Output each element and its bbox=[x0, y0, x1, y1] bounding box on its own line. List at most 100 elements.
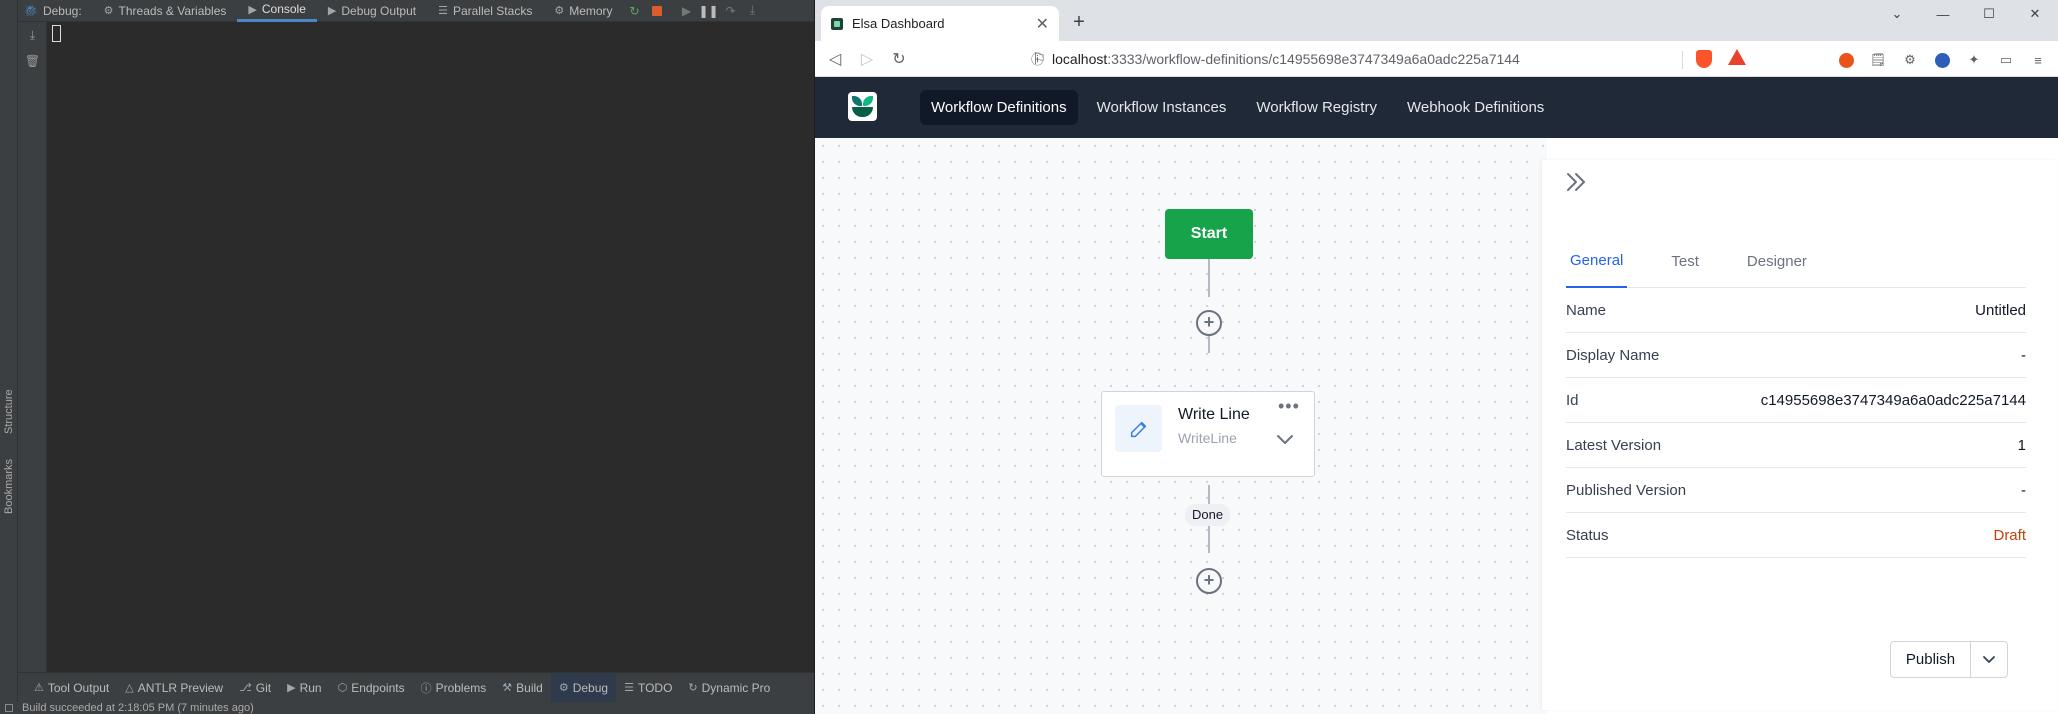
site-info-icon[interactable]: ⓘ bbox=[1031, 49, 1044, 68]
property-label: Display Name bbox=[1566, 346, 1660, 364]
stop-icon[interactable] bbox=[646, 0, 668, 22]
workflow-properties-panel: General Test Designer Name Untitled Disp… bbox=[1542, 160, 2056, 710]
url-path: :3333/workflow-definitions/c14955698e374… bbox=[1107, 50, 1520, 67]
tab-console[interactable]: ▶ Console bbox=[237, 0, 317, 22]
collapse-panel-chevrons-icon[interactable] bbox=[1562, 168, 1590, 196]
close-window-icon[interactable]: ✕ bbox=[2012, 0, 2058, 28]
bookmarks-tab-label: Bookmarks bbox=[3, 458, 15, 514]
close-tab-icon[interactable]: ✕ bbox=[1036, 14, 1049, 34]
hammer-icon: ⚒ bbox=[502, 682, 513, 694]
toolstrip-dynamic-program[interactable]: ↻ Dynamic Pro bbox=[680, 673, 778, 702]
extension-blue-icon[interactable] bbox=[1928, 47, 1956, 73]
add-activity-plus-icon[interactable]: + bbox=[1196, 310, 1222, 336]
tab-parallel-stacks[interactable]: ☰ Parallel Stacks bbox=[427, 0, 543, 22]
toolstrip-antlr-preview[interactable]: △ ANTLR Preview bbox=[117, 673, 231, 702]
forward-icon[interactable]: ▷ bbox=[851, 43, 883, 75]
extensions-puzzle-icon[interactable]: ✦ bbox=[1960, 47, 1988, 73]
tab-threads-variables[interactable]: ⚙ Threads & Variables bbox=[93, 0, 238, 22]
outcome-label-done: Done bbox=[1185, 504, 1231, 526]
toolstrip-endpoints[interactable]: ⬡ Endpoints bbox=[330, 673, 413, 702]
tab-label: Parallel Stacks bbox=[452, 3, 533, 18]
toolstrip-run[interactable]: ▶ Run bbox=[279, 673, 329, 702]
property-value: 1 bbox=[2017, 436, 2026, 454]
step-into-icon[interactable]: ⤓ bbox=[742, 0, 764, 22]
structure-tab[interactable]: Structure bbox=[1, 372, 17, 434]
toolstrip-label: Dynamic Pro bbox=[701, 680, 771, 695]
step-over-icon[interactable]: ↷ bbox=[720, 0, 742, 22]
activity-title: Write Line bbox=[1178, 406, 1250, 423]
tab-label: Memory bbox=[569, 3, 613, 18]
back-icon[interactable]: ◁ bbox=[819, 43, 851, 75]
property-row-latest-version: Latest Version 1 bbox=[1566, 423, 2026, 468]
bookmarks-tab[interactable]: Bookmarks bbox=[1, 452, 17, 514]
toolstrip-label: Tool Output bbox=[47, 680, 110, 695]
property-value: - bbox=[2021, 346, 2026, 364]
minimize-icon[interactable]: — bbox=[1920, 0, 1966, 28]
threads-icon: ⚙ bbox=[103, 5, 114, 17]
property-row-published-version: Published Version - bbox=[1566, 468, 2026, 513]
more-options-icon[interactable]: ••• bbox=[1278, 396, 1300, 417]
activity-node-writeline[interactable]: Write Line WriteLine ••• bbox=[1101, 391, 1315, 477]
new-tab-icon[interactable]: + bbox=[1067, 10, 1091, 34]
reload-icon[interactable]: ↻ bbox=[883, 43, 915, 75]
toolstrip-todo[interactable]: ☰ TODO bbox=[616, 673, 680, 702]
tab-designer[interactable]: Designer bbox=[1743, 234, 1811, 288]
toolstrip-label: Debug bbox=[572, 680, 609, 695]
wallet-icon[interactable]: ▭ bbox=[1992, 47, 2020, 73]
run-icon: ▶ bbox=[287, 682, 296, 694]
publish-options-chevron-down-icon[interactable] bbox=[1971, 642, 2007, 677]
todo-icon: ☰ bbox=[624, 682, 634, 694]
tab-debug-output[interactable]: ▶ Debug Output bbox=[317, 0, 427, 22]
nav-workflow-instances[interactable]: Workflow Instances bbox=[1086, 90, 1238, 125]
toolstrip-label: Endpoints bbox=[351, 680, 405, 695]
tab-search-icon[interactable]: ⌄ bbox=[1874, 0, 1920, 28]
extension-gear-icon[interactable]: ⚙ bbox=[1896, 47, 1924, 73]
ide-window: Structure Bookmarks 🐞︎ Debug: ⚙ Threads … bbox=[0, 0, 814, 714]
nav-workflow-registry[interactable]: Workflow Registry bbox=[1245, 90, 1388, 125]
nav-webhook-definitions[interactable]: Webhook Definitions bbox=[1396, 90, 1555, 125]
address-bar[interactable]: ⓘ localhost:3333/workflow-definitions/c1… bbox=[1031, 44, 1520, 73]
start-node[interactable]: Start bbox=[1165, 209, 1253, 259]
nav-workflow-definitions[interactable]: Workflow Definitions bbox=[920, 90, 1078, 125]
extension-icons: 🗒︎ ⚙ ✦ ▭ ≡ bbox=[1832, 47, 2052, 73]
toolstrip-label: ANTLR Preview bbox=[137, 680, 224, 695]
resume-icon[interactable]: ▶ bbox=[676, 0, 698, 22]
console-gutter: ⤓ 🗑︎ bbox=[18, 22, 47, 672]
toolstrip-build[interactable]: ⚒ Build bbox=[494, 673, 551, 702]
brave-shields-icon[interactable] bbox=[1696, 50, 1712, 68]
workflow-designer-canvas[interactable]: Start + Write Line WriteLine ••• Done + bbox=[815, 138, 1547, 714]
add-activity-plus-icon[interactable]: + bbox=[1196, 568, 1222, 594]
toolstrip-git[interactable]: ⎇ Git bbox=[231, 673, 279, 702]
property-row-name: Name Untitled bbox=[1566, 288, 2026, 333]
browser-menu-icon[interactable]: ≡ bbox=[2024, 47, 2052, 73]
debug-icon: ⚙ bbox=[558, 682, 569, 694]
scroll-to-end-icon[interactable]: ⤓ bbox=[18, 22, 47, 48]
properties-list: Name Untitled Display Name - Id c1495569… bbox=[1566, 288, 2026, 558]
clear-console-icon[interactable]: 🗑︎ bbox=[18, 48, 47, 74]
publish-button[interactable]: Publish bbox=[1891, 642, 1971, 677]
maximize-icon[interactable]: ☐ bbox=[1966, 0, 2012, 28]
browser-tab-active[interactable]: Elsa Dashboard ✕ bbox=[821, 6, 1059, 41]
brave-rewards-icon[interactable] bbox=[1728, 49, 1746, 65]
chevron-down-icon[interactable] bbox=[1276, 432, 1294, 446]
property-label: Latest Version bbox=[1566, 436, 1662, 454]
tab-memory[interactable]: ⚙ Memory bbox=[543, 0, 623, 22]
toolstrip-label: Run bbox=[299, 680, 322, 695]
extension-orange-icon[interactable] bbox=[1832, 47, 1860, 73]
extension-reader-icon[interactable]: 🗒︎ bbox=[1864, 47, 1892, 73]
rerun-icon[interactable]: ↻ bbox=[624, 0, 646, 22]
toolstrip-tool-output[interactable]: ⚠ Tool Output bbox=[26, 673, 117, 702]
tab-general[interactable]: General bbox=[1566, 234, 1628, 288]
toolstrip-problems[interactable]: ⓘ Problems bbox=[413, 673, 495, 702]
browser-window: Elsa Dashboard ✕ + ⌄ — ☐ ✕ ◁ ▷ ↻ ⚐ ⓘ loc… bbox=[814, 0, 2058, 714]
elsa-logo-icon[interactable] bbox=[848, 92, 877, 121]
publish-button-group: Publish bbox=[1890, 641, 2008, 678]
toolstrip-label: Git bbox=[255, 680, 272, 695]
dynamic-program-icon: ↻ bbox=[688, 682, 698, 694]
toolstrip-debug[interactable]: ⚙ Debug bbox=[550, 673, 617, 702]
toolstrip-label: TODO bbox=[637, 680, 673, 695]
pause-icon[interactable]: ❚❚ bbox=[698, 0, 720, 22]
tab-test[interactable]: Test bbox=[1667, 234, 1703, 288]
console-output[interactable] bbox=[47, 22, 814, 672]
property-label: Published Version bbox=[1566, 481, 1687, 499]
